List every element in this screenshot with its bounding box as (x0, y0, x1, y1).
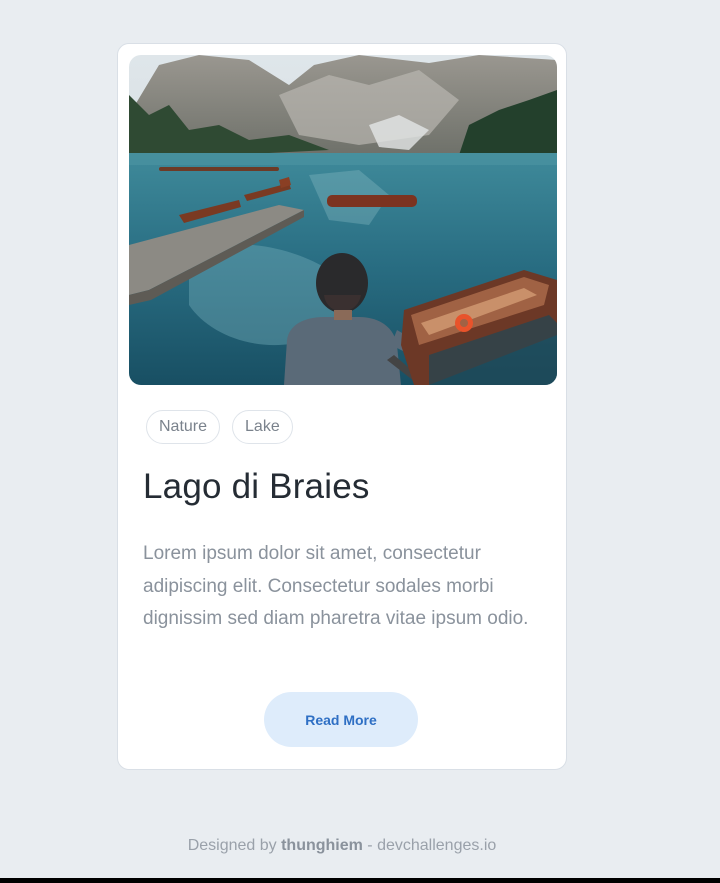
footer-credit: Designed by thunghiem - devchallenges.io (0, 837, 684, 855)
footer-author-link[interactable]: thunghiem (281, 837, 363, 854)
lake-photo (129, 55, 557, 385)
tag-lake[interactable]: Lake (232, 410, 293, 444)
post-card: Nature Lake Lago di Braies Lorem ipsum d… (117, 43, 567, 770)
bottom-bar (0, 878, 720, 883)
tag-list: Nature Lake (146, 410, 293, 444)
card-description: Lorem ipsum dolor sit amet, consectetur … (143, 543, 529, 629)
card-title: Lago di Braies (143, 467, 370, 506)
read-more-button[interactable]: Read More (264, 692, 418, 747)
tag-nature[interactable]: Nature (146, 410, 221, 444)
footer-prefix: Designed by (187, 837, 282, 854)
footer-suffix: - devchallenges.io (362, 837, 497, 854)
